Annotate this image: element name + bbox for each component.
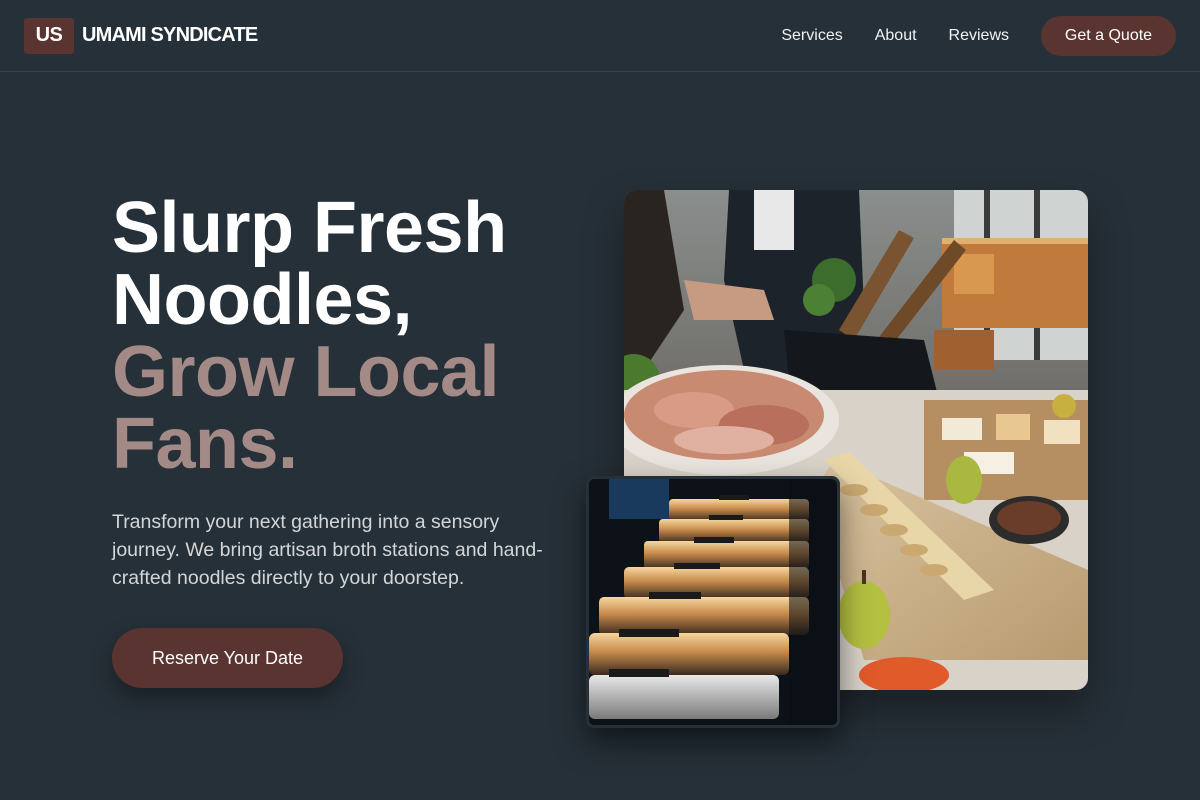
headline-line-1: Slurp Fresh: [112, 188, 507, 268]
brand[interactable]: US UMAMI SYNDICATE: [24, 17, 258, 54]
get-quote-button[interactable]: Get a Quote: [1041, 15, 1176, 56]
nav-link-reviews[interactable]: Reviews: [949, 27, 1009, 45]
headline-accent-line-2: Fans.: [112, 404, 298, 484]
nav-link-about[interactable]: About: [875, 27, 917, 45]
logo-badge: US: [24, 17, 74, 54]
headline-line-2: Noodles,: [112, 260, 413, 340]
nav-links: Services About Reviews Get a Quote: [749, 15, 1176, 56]
brand-name: UMAMI SYNDICATE: [82, 24, 258, 46]
hero-subtitle: Transform your next gathering into a sen…: [112, 511, 543, 589]
chafing-dishes-photo: [586, 476, 840, 728]
reserve-date-button[interactable]: Reserve Your Date: [112, 628, 343, 688]
nav-link-services[interactable]: Services: [781, 27, 842, 45]
top-nav: US UMAMI SYNDICATE Services About Review…: [0, 0, 1200, 72]
headline-accent-line-1: Grow Local: [112, 332, 500, 412]
hero-headline: Slurp Fresh Noodles, Grow Local Fans.: [112, 192, 572, 480]
hero-text: Slurp Fresh Noodles, Grow Local Fans. Tr…: [112, 192, 572, 592]
